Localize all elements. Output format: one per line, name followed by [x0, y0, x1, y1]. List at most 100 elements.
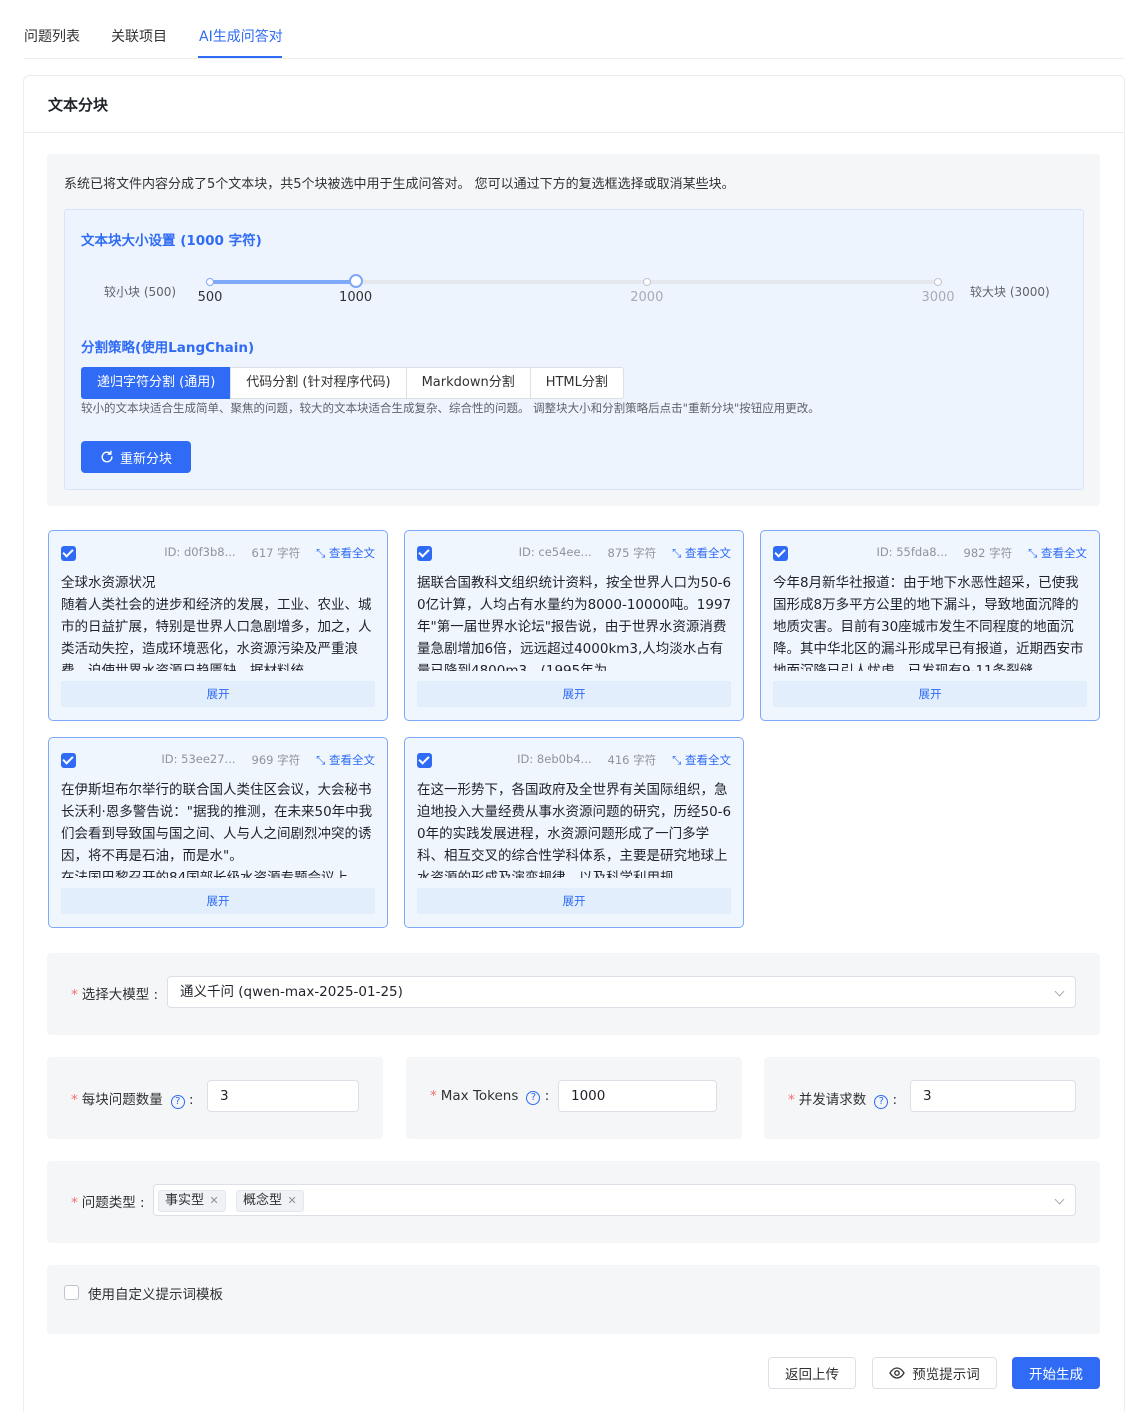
max-tokens-input[interactable]: 1000	[558, 1080, 717, 1112]
chunk-checkbox[interactable]	[417, 753, 432, 768]
qtype-tag-factual: 事实型 ✕	[158, 1190, 226, 1212]
view-full-label: 查看全文	[329, 546, 375, 560]
chunk-meta: ID: ce54ee... 875 字符 ⤡ 查看全文	[519, 545, 731, 561]
strategy-code[interactable]: 代码分割 (针对程序代码)	[230, 367, 407, 399]
chunk-card: ID: ce54ee... 875 字符 ⤡ 查看全文 据联合国教科文组织统计资…	[404, 530, 744, 721]
preview-prompt-button[interactable]: 预览提示词	[872, 1357, 997, 1389]
chunk-summary-text: 系统已将文件内容分成了5个文本块，共5个块被选中用于生成问答对。 您可以通过下方…	[64, 177, 735, 192]
model-select-value: 通义千问 (qwen-max-2025-01-25)	[180, 984, 403, 1000]
chunk-meta: ID: 55fda8... 982 字符 ⤡ 查看全文	[876, 545, 1087, 561]
chunk-char-count: 969 字符	[251, 753, 301, 767]
question-type-label: * 问题类型 :	[71, 1195, 145, 1211]
custom-prompt-panel: 使用自定义提示词模板	[47, 1265, 1100, 1334]
chunk-checkbox[interactable]	[61, 546, 76, 561]
concurrency-panel: * 并发请求数? : 3	[764, 1057, 1100, 1139]
questions-per-chunk-input[interactable]: 3	[207, 1080, 359, 1112]
expand-button[interactable]: 展开	[417, 681, 731, 707]
model-label-text: 选择大模型	[81, 987, 150, 1003]
view-full-link[interactable]: ⤡ 查看全文	[316, 545, 375, 561]
tab-ai-generate-qa[interactable]: AI生成问答对	[199, 26, 283, 46]
tab-bar: 问题列表 关联项目 AI生成问答对	[24, 0, 1124, 59]
tab-related-projects[interactable]: 关联项目	[111, 26, 167, 46]
max-tokens-panel: * Max Tokens? : 1000	[406, 1057, 742, 1139]
card-title: 文本分块	[48, 96, 109, 114]
expand-button[interactable]: 展开	[417, 888, 731, 914]
chunk-id: ID: 53ee27...	[161, 752, 236, 766]
required-mark: *	[430, 1088, 437, 1104]
required-mark: *	[71, 987, 78, 1003]
split-strategy-title: 分割策略(使用LangChain)	[81, 340, 255, 356]
tab-question-list[interactable]: 问题列表	[24, 26, 80, 46]
expand-button[interactable]: 展开	[61, 681, 375, 707]
expand-arrows-icon: ⤡	[316, 753, 326, 767]
close-icon[interactable]: ✕	[206, 1194, 219, 1207]
model-panel: * 选择大模型 : 通义千问 (qwen-max-2025-01-25)	[47, 953, 1100, 1035]
chunk-char-count: 617 字符	[251, 546, 301, 560]
view-full-label: 查看全文	[1041, 546, 1087, 560]
close-icon[interactable]: ✕	[284, 1194, 297, 1207]
model-label: * 选择大模型 :	[71, 987, 159, 1003]
chunk-text: 今年8月新华社报道：由于地下水恶性超采，已使我国形成8万多平方公里的地下漏斗，导…	[773, 575, 1084, 671]
strategy-recursive[interactable]: 递归字符分割 (通用)	[81, 367, 232, 399]
slider-mark-3000: 3000	[921, 290, 955, 305]
expand-button[interactable]: 展开	[773, 681, 1087, 707]
strategy-html[interactable]: HTML分割	[529, 367, 624, 399]
qtype-tag-conceptual: 概念型 ✕	[236, 1190, 304, 1212]
expand-arrows-icon: ⤡	[672, 753, 682, 767]
expand-arrows-icon: ⤡	[1028, 546, 1038, 560]
view-full-label: 查看全文	[685, 753, 731, 767]
concurrency-input[interactable]: 3	[910, 1080, 1076, 1112]
slider-handle[interactable]	[348, 274, 363, 288]
back-to-upload-button[interactable]: 返回上传	[768, 1357, 856, 1389]
view-full-label: 查看全文	[685, 546, 731, 560]
required-mark: *	[71, 1195, 78, 1211]
help-icon[interactable]: ?	[170, 1095, 185, 1109]
chunk-info-panel: 系统已将文件内容分成了5个文本块，共5个块被选中用于生成问答对。 您可以通过下方…	[47, 154, 1100, 506]
view-full-link[interactable]: ⤡ 查看全文	[672, 545, 731, 561]
view-full-link[interactable]: ⤡ 查看全文	[672, 752, 731, 768]
chunk-settings-box: 文本块大小设置 (1000 字符) 较小块 (500) 500 1000 200…	[64, 209, 1084, 490]
question-type-panel: * 问题类型 : 事实型 ✕ 概念型 ✕	[47, 1161, 1100, 1243]
chunk-text: 据联合国教科文组织统计资料，按全世界人口为50-60亿计算，人均占有水量约为80…	[417, 575, 732, 671]
questions-per-chunk-panel: * 每块问题数量? : 3	[47, 1057, 383, 1139]
question-type-select[interactable]: 事实型 ✕ 概念型 ✕	[153, 1184, 1076, 1216]
chunk-card: ID: 55fda8... 982 字符 ⤡ 查看全文 今年8月新华社报道：由于…	[760, 530, 1100, 721]
slider-mark-2000: 2000	[630, 290, 664, 305]
help-icon[interactable]: ?	[874, 1095, 889, 1109]
custom-prompt-label[interactable]: 使用自定义提示词模板	[88, 1283, 223, 1303]
strategy-markdown[interactable]: Markdown分割	[405, 367, 531, 399]
chunk-card: ID: d0f3b8... 617 字符 ⤡ 查看全文 全球水资源状况 随着人类…	[48, 530, 388, 721]
chevron-down-icon	[1054, 1194, 1065, 1205]
eye-icon	[889, 1367, 906, 1379]
chunk-char-count: 982 字符	[963, 546, 1013, 560]
view-full-link[interactable]: ⤡ 查看全文	[316, 752, 375, 768]
slider-stop-3000	[934, 278, 942, 286]
custom-prompt-checkbox[interactable]	[64, 1285, 79, 1300]
required-mark: *	[788, 1092, 795, 1108]
question-type-label-text: 问题类型	[81, 1195, 136, 1211]
qtype-tag-label: 事实型	[165, 1193, 205, 1208]
chunk-text: 在这一形势下，各国政府及全世界有关国际组织，急迫地投入大量经费从事水资源问题的研…	[417, 782, 732, 878]
help-icon[interactable]: ?	[526, 1091, 541, 1105]
start-generate-button[interactable]: 开始生成	[1012, 1357, 1100, 1389]
chunk-char-count: 875 字符	[607, 546, 657, 560]
chunk-meta: ID: d0f3b8... 617 字符 ⤡ 查看全文	[164, 545, 375, 561]
chunk-checkbox[interactable]	[417, 546, 432, 561]
chunk-checkbox[interactable]	[773, 546, 788, 561]
chevron-down-icon	[1054, 986, 1065, 997]
rechunk-button[interactable]: 重新分块	[81, 441, 191, 473]
model-select[interactable]: 通义千问 (qwen-max-2025-01-25)	[167, 976, 1076, 1008]
chunk-id: ID: ce54ee...	[518, 545, 592, 559]
chunk-id: ID: 8eb0b4...	[517, 752, 592, 766]
chunk-checkbox[interactable]	[61, 753, 76, 768]
active-tab-indicator	[198, 56, 282, 58]
expand-button[interactable]: 展开	[61, 888, 375, 914]
questions-per-chunk-label: * 每块问题数量? :	[71, 1092, 194, 1109]
slider-min-label: 较小块 (500)	[104, 285, 177, 299]
slider-mark-500: 500	[197, 290, 223, 305]
chunk-hint-text: 较小的文本块适合生成简单、聚焦的问题，较大的文本块适合生成复杂、综合性的问题。 …	[81, 401, 820, 415]
chunk-size-slider[interactable]: 500 1000 2000 3000	[198, 274, 955, 305]
card-header: 文本分块	[24, 76, 1124, 133]
view-full-link[interactable]: ⤡ 查看全文	[1028, 545, 1087, 561]
chunk-meta: ID: 8eb0b4... 416 字符 ⤡ 查看全文	[517, 752, 731, 768]
